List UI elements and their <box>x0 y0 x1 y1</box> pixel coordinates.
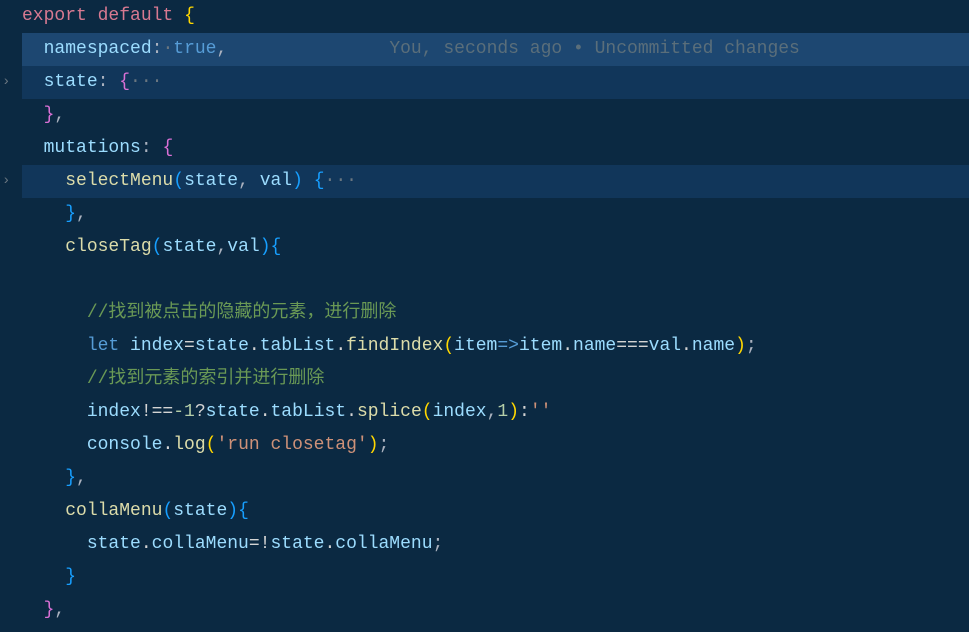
code-line[interactable]: closeTag(state,val){ <box>22 231 969 264</box>
method: log <box>173 435 205 455</box>
method: splice <box>357 402 422 422</box>
property-access: tabList <box>271 402 347 422</box>
variable: console <box>87 435 163 455</box>
fold-ellipsis-icon[interactable]: ··· <box>325 171 357 191</box>
method: selectMenu <box>65 171 173 191</box>
brace: { <box>162 138 173 158</box>
keyword: default <box>98 6 174 26</box>
variable: index <box>87 402 141 422</box>
brace: } <box>44 600 55 620</box>
keyword: export <box>22 6 87 26</box>
param: state <box>162 237 216 257</box>
property-access: tabList <box>260 336 336 356</box>
variable: state <box>206 402 260 422</box>
brace: } <box>65 204 76 224</box>
string: 'run closetag' <box>216 435 367 455</box>
gutter: › › <box>0 0 20 632</box>
method: findIndex <box>346 336 443 356</box>
variable: state <box>87 534 141 554</box>
code-line[interactable]: console.log('run closetag'); <box>22 429 969 462</box>
code-line[interactable]: let index=state.tabList.findIndex(item=>… <box>22 330 969 363</box>
variable: index <box>130 336 184 356</box>
param: state <box>173 501 227 521</box>
code-line[interactable]: }, <box>22 462 969 495</box>
property: mutations <box>44 138 141 158</box>
param: val <box>260 171 292 191</box>
comment: //找到被点击的隐藏的元素，进行删除 <box>87 303 397 323</box>
property-access: collaMenu <box>335 534 432 554</box>
brace: { <box>119 72 130 92</box>
brace: { <box>238 501 249 521</box>
method: collaMenu <box>65 501 162 521</box>
code-line[interactable]: export default { <box>22 0 969 33</box>
code-line[interactable] <box>22 264 969 297</box>
param: state <box>184 171 238 191</box>
code-line[interactable]: collaMenu(state){ <box>22 495 969 528</box>
code-line[interactable]: } <box>22 561 969 594</box>
code-editor[interactable]: › › export default { namespaced:·true, Y… <box>0 0 969 632</box>
fold-chevron-icon[interactable]: › <box>2 165 10 198</box>
variable: val <box>649 336 681 356</box>
code-line[interactable]: state.collaMenu=!state.collaMenu; <box>22 528 969 561</box>
code-line[interactable]: namespaced:·true, You, seconds ago • Unc… <box>22 33 969 66</box>
fold-ellipsis-icon[interactable]: ··· <box>130 72 162 92</box>
code-line[interactable]: index!==-1?state.tabList.splice(index,1)… <box>22 396 969 429</box>
method: closeTag <box>65 237 151 257</box>
property: state <box>44 72 98 92</box>
variable: state <box>270 534 324 554</box>
brace: { <box>184 6 195 26</box>
brace: { <box>271 237 282 257</box>
boolean: true <box>173 39 216 59</box>
param: item <box>454 336 497 356</box>
property-access: name <box>692 336 735 356</box>
variable: state <box>195 336 249 356</box>
code-line[interactable]: state: {··· <box>22 66 969 99</box>
property-access: name <box>573 336 616 356</box>
variable: item <box>519 336 562 356</box>
fold-chevron-icon[interactable]: › <box>2 66 10 99</box>
keyword: let <box>87 336 119 356</box>
brace: } <box>65 567 76 587</box>
code-line[interactable]: mutations: { <box>22 132 969 165</box>
param: val <box>227 237 259 257</box>
string: '' <box>530 402 552 422</box>
brace: } <box>65 468 76 488</box>
property-access: collaMenu <box>152 534 249 554</box>
variable: index <box>433 402 487 422</box>
brace: { <box>314 171 325 191</box>
comment: //找到元素的索引并进行删除 <box>87 369 325 389</box>
code-line[interactable]: selectMenu(state, val) {··· <box>22 165 969 198</box>
brace: } <box>44 105 55 125</box>
property: namespaced <box>44 39 152 59</box>
code-line[interactable]: //找到元素的索引并进行删除 <box>22 363 969 396</box>
code-line[interactable]: //找到被点击的隐藏的元素，进行删除 <box>22 297 969 330</box>
number: 1 <box>184 402 195 422</box>
code-line[interactable]: }, <box>22 99 969 132</box>
gitlens-annotation: You, seconds ago • Uncommitted changes <box>389 39 800 59</box>
code-line[interactable]: }, <box>22 198 969 231</box>
number: 1 <box>497 402 508 422</box>
code-line[interactable]: }, <box>22 594 969 627</box>
